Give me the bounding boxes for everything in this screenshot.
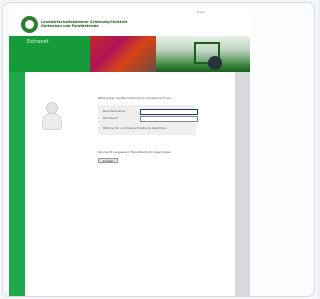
username-label: Benutzername: <box>103 109 127 113</box>
browser-page: Login Landwirtschaftskammer Schleswig-Ho… <box>0 0 318 299</box>
password-input[interactable] <box>140 116 198 122</box>
header-photo-flowers <box>90 36 156 72</box>
username-input[interactable] <box>140 109 198 115</box>
top-login-link[interactable]: Login <box>197 10 205 14</box>
login-submit-button[interactable]: Anmelden <box>98 158 118 163</box>
website: Login Landwirtschaftskammer Schleswig-Ho… <box>9 8 250 296</box>
organization-logo-icon[interactable] <box>21 16 38 33</box>
login-intro-text: Bitte geben Sie Benutzername und Kennwor… <box>98 96 173 100</box>
login-content: Bitte geben Sie Benutzername und Kennwor… <box>25 72 235 296</box>
brand-panel: Extranet <box>9 36 90 72</box>
user-body-shape <box>42 113 62 130</box>
screenshot-frame: Login Landwirtschaftskammer Schleswig-Ho… <box>2 2 315 297</box>
right-grey-rail <box>235 72 250 296</box>
logo-strip: Login Landwirtschaftskammer Schleswig-Ho… <box>9 8 250 36</box>
login-form: Benutzername: Kennwort: Bitte Groß- und … <box>98 105 198 135</box>
case-sensitivity-hint: Bitte Groß- und Kleinschreibung beachten… <box>103 126 167 130</box>
header-photo-tractor <box>156 36 250 72</box>
organization-name: Landwirtschaftskammer Schleswig-Holstein… <box>41 20 128 28</box>
forgot-password-link[interactable]: Kennwort vergessen? Benutzerkonto beantr… <box>98 150 171 154</box>
header-banner: Extranet <box>9 36 250 72</box>
brand-title: Extranet <box>27 39 49 45</box>
tractor-wheel-shape <box>208 56 222 70</box>
user-silhouette-icon <box>41 102 63 130</box>
password-label: Kennwort: <box>103 116 119 120</box>
left-green-rail <box>9 72 25 296</box>
organization-name-line2: Gartenbau und Forstbetriebe <box>41 24 99 28</box>
